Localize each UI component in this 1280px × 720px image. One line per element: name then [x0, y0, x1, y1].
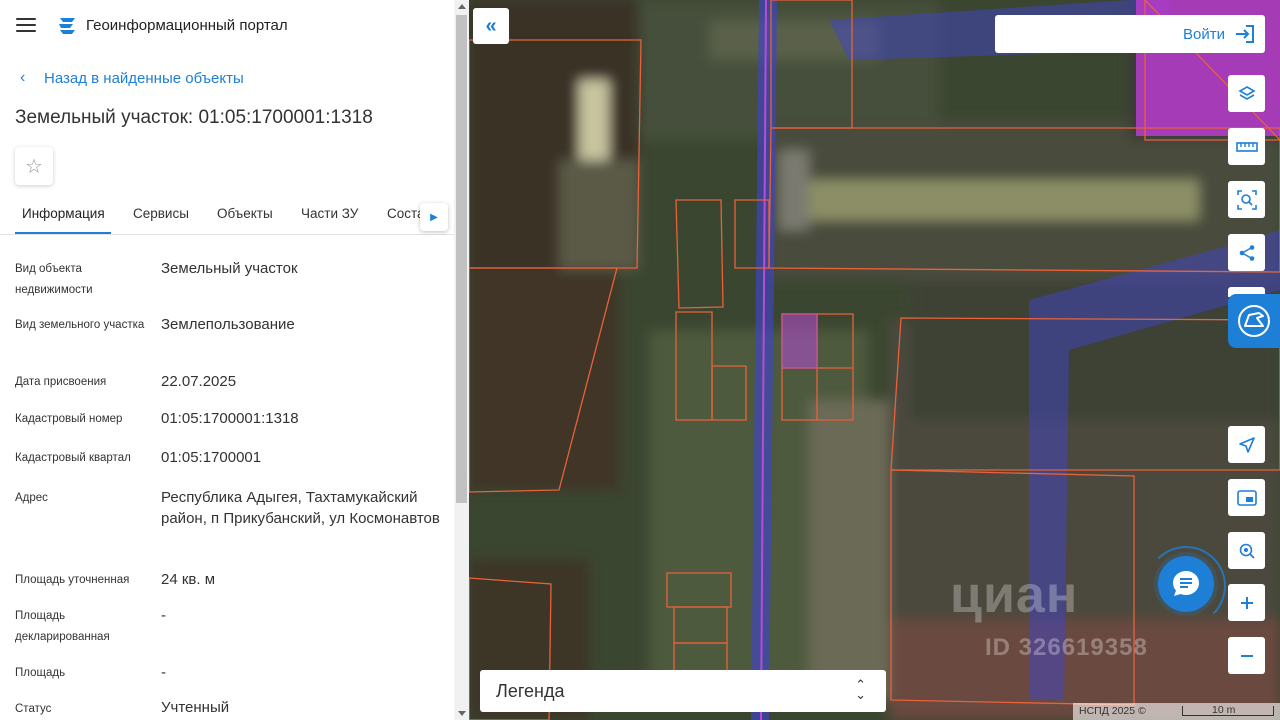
plus-icon — [1240, 596, 1253, 609]
info-panel: Геоинформационный портал ‹ Назад в найде… — [0, 0, 469, 720]
legend-dropdown[interactable]: Легенда ⌃ ⌄ — [480, 670, 886, 712]
info-value: Учтенный — [161, 699, 230, 716]
navigation-arrow-icon — [1238, 436, 1255, 453]
minus-icon — [1240, 654, 1253, 657]
back-link-label: Назад в найденные объекты — [44, 69, 244, 87]
info-value: 24 кв. м — [161, 571, 216, 588]
geolocation-button[interactable] — [1228, 426, 1265, 463]
chevron-left-icon: ‹ — [20, 69, 26, 86]
ruler-icon — [1235, 141, 1258, 152]
info-value: 22.07.2025 — [161, 373, 237, 390]
login-label: Войти — [1183, 25, 1225, 43]
tab-land-parts[interactable]: Части ЗУ — [301, 206, 358, 221]
collapse-panel-button[interactable]: « — [473, 8, 509, 44]
scroll-up-icon[interactable] — [458, 4, 466, 9]
watermark-brand: циан — [950, 566, 1079, 624]
layers-button[interactable] — [1228, 75, 1265, 112]
tab-objects[interactable]: Объекты — [217, 206, 273, 221]
info-label: Кадастровый номер — [15, 413, 123, 425]
back-to-results-link[interactable]: ‹ Назад в найденные объекты — [20, 69, 244, 87]
favorite-button[interactable]: ☆ — [15, 147, 53, 185]
tab-bar: Информация Сервисы Объекты Части ЗУ Сост… — [0, 198, 454, 235]
area-search-button[interactable] — [1228, 181, 1265, 218]
zoom-out-button[interactable] — [1228, 637, 1265, 674]
location-search-icon — [1239, 543, 1255, 559]
chat-icon — [1173, 571, 1199, 596]
locate-search-button[interactable] — [1228, 532, 1265, 569]
info-label: Адрес — [15, 492, 48, 504]
info-label: Площадь декларированная — [15, 610, 110, 643]
double-chevron-left-icon: « — [485, 14, 497, 37]
scrollbar-thumb[interactable] — [456, 15, 467, 503]
menu-icon[interactable] — [16, 18, 36, 34]
info-value: Земельный участок — [161, 260, 298, 277]
chevron-updown-icon: ⌃ ⌄ — [855, 677, 866, 702]
info-label: Площадь уточненная — [15, 574, 130, 586]
info-label: Статус — [15, 703, 52, 715]
measure-button[interactable] — [1228, 128, 1265, 165]
panel-header: Геоинформационный портал — [0, 0, 454, 52]
scroll-down-icon[interactable] — [458, 711, 466, 716]
portal-title: Геоинформационный портал — [86, 17, 288, 34]
scale-label: 10 m — [1212, 704, 1236, 716]
info-label: Дата присвоения — [15, 376, 107, 388]
active-tab-indicator — [15, 232, 111, 234]
zoom-in-button[interactable] — [1228, 584, 1265, 621]
info-label: Площадь — [15, 667, 66, 679]
map-folder-icon — [1238, 305, 1270, 337]
share-button[interactable] — [1228, 234, 1265, 271]
info-value: Республика Адыгея, Тахтамукайский район,… — [161, 489, 440, 527]
info-label: Вид земельного участка — [15, 319, 145, 331]
info-value: 01:05:1700001:1318 — [161, 410, 299, 427]
info-value: Землепользование — [161, 316, 295, 333]
layers-icon — [1237, 85, 1256, 100]
info-label: Вид объекта недвижимости — [15, 263, 93, 296]
object-title: Земельный участок: 01:05:1700001:1318 — [15, 107, 373, 128]
login-button[interactable]: Войти — [995, 15, 1265, 53]
panel-scrollbar[interactable] — [454, 0, 469, 720]
tab-services[interactable]: Сервисы — [133, 206, 189, 221]
share-icon — [1239, 244, 1254, 261]
info-label: Кадастровый квартал — [15, 452, 131, 464]
picture-in-picture-icon — [1236, 489, 1257, 506]
portal-logo-icon — [59, 18, 75, 34]
info-value: - — [161, 664, 166, 681]
side-panel-tab[interactable] — [1228, 294, 1280, 348]
area-search-icon — [1236, 189, 1257, 210]
minimap-button[interactable] — [1228, 479, 1265, 516]
info-value: 01:05:1700001 — [161, 449, 262, 466]
tab-scroll-right-button[interactable]: ▶ — [420, 203, 448, 231]
chat-button[interactable] — [1158, 556, 1214, 612]
login-icon — [1236, 25, 1254, 43]
star-icon: ☆ — [25, 155, 43, 178]
legend-label: Легенда — [496, 680, 565, 701]
caret-right-icon: ▶ — [430, 211, 438, 223]
watermark-id: ID 326619358 — [985, 634, 1148, 661]
tab-composition[interactable]: Соста — [387, 206, 425, 221]
info-value: - — [161, 607, 166, 624]
tab-information[interactable]: Информация — [22, 206, 105, 221]
